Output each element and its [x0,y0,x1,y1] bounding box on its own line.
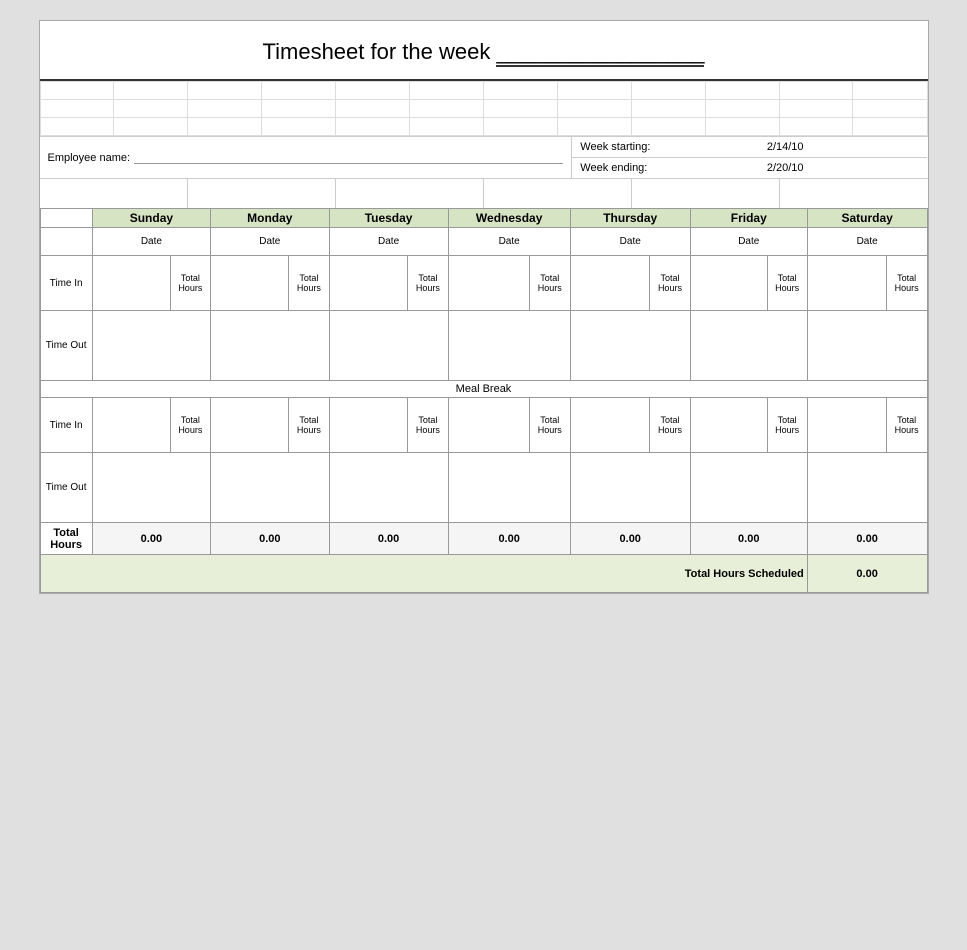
friday-total-hours-1: TotalHours [767,256,807,311]
sunday-total-hours-1: TotalHours [170,256,210,311]
tuesday-time-in-2[interactable] [329,398,408,453]
thursday-time-in-1[interactable] [570,256,649,311]
timesheet-table: Sunday Monday Tuesday Wednesday Thursday… [40,208,928,593]
time-in-row-1: Time In TotalHours TotalHours TotalHours… [40,256,927,311]
employee-info-row: Employee name: Week starting: 2/14/10 We… [40,136,928,178]
friday-total: 0.00 [690,523,807,555]
tuesday-time-out-2[interactable] [329,453,448,523]
monday-time-in-1[interactable] [211,256,289,311]
thursday-date: Date [570,228,690,256]
time-out-row-2: Time Out [40,453,927,523]
wednesday-total-hours-1: TotalHours [529,256,570,311]
friday-date: Date [690,228,807,256]
monday-time-in-2[interactable] [211,398,289,453]
time-in-label-2: Time In [40,398,92,453]
time-out-label-1: Time Out [40,311,92,381]
top-decorative-grid [40,81,928,136]
time-in-row-2: Time In TotalHours TotalHours TotalHours… [40,398,927,453]
thursday-total: 0.00 [570,523,690,555]
wednesday-time-in-1[interactable] [448,256,529,311]
thursday-time-out-1[interactable] [570,311,690,381]
meal-break-row: Meal Break [40,381,927,398]
saturday-total-hours-1: TotalHours [886,256,927,311]
wednesday-total-hours-2: TotalHours [529,398,570,453]
total-hours-row-label: Total Hours [40,523,92,555]
tuesday-total: 0.00 [329,523,448,555]
thursday-time-out-2[interactable] [570,453,690,523]
week-starting-label: Week starting: [580,141,767,153]
thursday-header: Thursday [570,209,690,228]
thursday-total-hours-2: TotalHours [650,398,691,453]
saturday-time-out-2[interactable] [807,453,927,523]
monday-time-out-1[interactable] [211,311,330,381]
wednesday-time-out-2[interactable] [448,453,570,523]
saturday-total-hours-2: TotalHours [886,398,927,453]
thursday-time-in-2[interactable] [570,398,649,453]
meal-break-label: Meal Break [40,381,927,398]
tuesday-time-out-1[interactable] [329,311,448,381]
sunday-total: 0.00 [92,523,210,555]
employee-name-section: Employee name: [40,137,573,178]
sunday-time-out-2[interactable] [92,453,210,523]
wednesday-time-in-2[interactable] [448,398,529,453]
monday-total-hours-1: TotalHours [289,256,329,311]
time-out-label-2: Time Out [40,453,92,523]
sunday-time-in-2[interactable] [92,398,170,453]
wednesday-time-out-1[interactable] [448,311,570,381]
saturday-time-in-1[interactable] [807,256,886,311]
thursday-total-hours-1: TotalHours [650,256,691,311]
date-row: Date Date Date Date Date Date Date [40,228,927,256]
tuesday-date: Date [329,228,448,256]
tuesday-time-in-1[interactable] [329,256,408,311]
sunday-time-out-1[interactable] [92,311,210,381]
wednesday-date: Date [448,228,570,256]
week-starting-row: Week starting: 2/14/10 [572,137,927,158]
friday-time-out-2[interactable] [690,453,807,523]
week-info-section: Week starting: 2/14/10 Week ending: 2/20… [572,137,927,178]
week-ending-value: 2/20/10 [767,162,920,174]
spacer-row [40,178,928,208]
sunday-date: Date [92,228,210,256]
monday-total-hours-2: TotalHours [289,398,329,453]
monday-header: Monday [211,209,330,228]
saturday-date: Date [807,228,927,256]
monday-total: 0.00 [211,523,330,555]
sunday-time-in-1[interactable] [92,256,170,311]
tuesday-header: Tuesday [329,209,448,228]
saturday-total: 0.00 [807,523,927,555]
monday-time-out-2[interactable] [211,453,330,523]
friday-total-hours-2: TotalHours [767,398,807,453]
week-ending-label: Week ending: [580,162,767,174]
saturday-time-in-2[interactable] [807,398,886,453]
tuesday-total-hours-1: TotalHours [408,256,448,311]
tuesday-total-hours-2: TotalHours [408,398,448,453]
saturday-header: Saturday [807,209,927,228]
empty-label-header [40,209,92,228]
employee-name-input[interactable] [134,151,563,164]
week-ending-row: Week ending: 2/20/10 [572,158,927,178]
day-header-row: Sunday Monday Tuesday Wednesday Thursday… [40,209,927,228]
total-scheduled-label: Total Hours Scheduled [40,555,807,593]
sunday-total-hours-2: TotalHours [170,398,210,453]
wednesday-total: 0.00 [448,523,570,555]
friday-time-out-1[interactable] [690,311,807,381]
friday-time-in-1[interactable] [690,256,767,311]
wednesday-header: Wednesday [448,209,570,228]
total-scheduled-row: Total Hours Scheduled 0.00 [40,555,927,593]
empty-date-label [40,228,92,256]
total-scheduled-value: 0.00 [807,555,927,593]
sunday-header: Sunday [92,209,210,228]
time-out-row-1: Time Out [40,311,927,381]
total-hours-row: Total Hours 0.00 0.00 0.00 0.00 0.00 0.0… [40,523,927,555]
employee-label: Employee name: [48,152,131,164]
sheet-title: Timesheet for the week _________________ [40,21,928,81]
time-in-label-1: Time In [40,256,92,311]
week-starting-value: 2/14/10 [767,141,920,153]
monday-date: Date [211,228,330,256]
friday-header: Friday [690,209,807,228]
saturday-time-out-1[interactable] [807,311,927,381]
friday-time-in-2[interactable] [690,398,767,453]
